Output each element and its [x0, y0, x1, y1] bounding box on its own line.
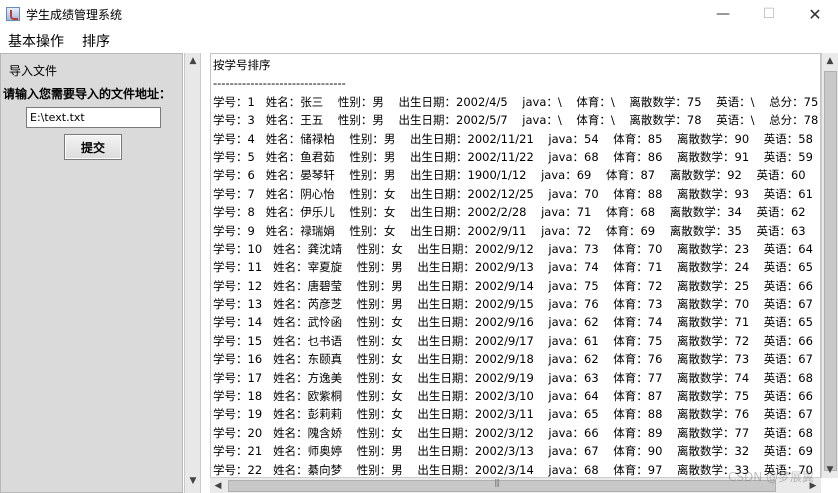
divider-line: --------------------------------: [213, 76, 346, 91]
student-record-line: 学号：14 姓名：武怜函 性别：女 出生日期：2002/9/16 java：62…: [213, 315, 821, 330]
submit-button[interactable]: 提交: [64, 134, 122, 160]
student-record-line: 学号：3 姓名：王五 性别：男 出生日期：2002/5/7 java：\ 体育：…: [213, 113, 819, 128]
student-record-line: 学号：15 姓名：乜书语 性别：女 出生日期：2002/9/17 java：61…: [213, 333, 821, 348]
scroll-left-icon[interactable]: ◀: [210, 478, 226, 493]
student-record-line: 学号：20 姓名：隗含娇 性别：女 出生日期：2002/3/12 java：66…: [213, 425, 821, 440]
file-path-input[interactable]: [26, 107, 161, 128]
student-record-line: 学号：7 姓名：阴心怡 性别：女 出生日期：2002/12/25 java：70…: [213, 186, 821, 201]
student-record-line: 学号：5 姓名：鱼君茹 性别：男 出生日期：2002/11/22 java：68…: [213, 149, 821, 164]
file-path-prompt: 请输入您需要导入的文件地址：: [3, 87, 172, 101]
vertical-scroll-thumb[interactable]: [824, 71, 837, 471]
scroll-down-icon[interactable]: ▼: [185, 473, 201, 489]
menu-basic-operations[interactable]: 基本操作: [6, 31, 66, 51]
import-panel: 导入文件 请输入您需要导入的文件地址： 提交: [0, 53, 183, 493]
student-record-line: 学号：16 姓名：东颐真 性别：女 出生日期：2002/9/18 java：62…: [213, 352, 821, 367]
scroll-down-icon[interactable]: ▼: [822, 462, 838, 478]
text-area-vertical-scrollbar[interactable]: ▲ ▼: [821, 53, 838, 478]
student-record-line: 学号：8 姓名：伊乐儿 性别：女 出生日期：2002/2/28 java：71 …: [213, 205, 821, 220]
maximize-button[interactable]: ☐: [746, 0, 792, 29]
title-bar: 学生成绩管理系统 — ☐ ✕: [0, 0, 838, 29]
student-record-line: 学号：10 姓名：龚沈靖 性别：女 出生日期：2002/9/12 java：73…: [213, 241, 821, 256]
left-panel-scrollbar[interactable]: ▲ ▼: [184, 53, 201, 493]
import-panel-title: 导入文件: [9, 64, 58, 78]
watermark: CSDN @梦展翼: [727, 470, 814, 484]
student-record-line: 学号：11 姓名：宰夏旋 性别：男 出生日期：2002/9/13 java：74…: [213, 260, 821, 275]
student-record-line: 学号：12 姓名：唐碧莹 性别：男 出生日期：2002/9/14 java：75…: [213, 278, 821, 293]
window-title: 学生成绩管理系统: [26, 8, 123, 22]
result-text-content: 按学号排序 -------------------------------- 学号：…: [213, 56, 821, 477]
java-app-icon: [6, 7, 20, 21]
sort-heading: 按学号排序: [213, 58, 271, 72]
scroll-up-icon[interactable]: ▲: [822, 53, 838, 69]
menu-sort[interactable]: 排序: [80, 31, 112, 51]
result-text-area[interactable]: 按学号排序 -------------------------------- 学号：…: [210, 53, 821, 478]
menu-bar: 基本操作 排序: [0, 29, 838, 51]
close-button[interactable]: ✕: [792, 0, 838, 29]
student-record-line: 学号：17 姓名：方逸美 性别：女 出生日期：2002/9/19 java：63…: [213, 370, 821, 385]
minimize-button[interactable]: —: [700, 0, 746, 29]
horizontal-scroll-thumb[interactable]: [228, 478, 776, 492]
student-record-line: 学号：19 姓名：彭莉莉 性别：女 出生日期：2002/3/11 java：65…: [213, 407, 821, 422]
student-record-line: 学号：6 姓名：晏琴轩 性别：男 出生日期：1900/1/12 java：69 …: [213, 168, 821, 183]
student-record-line: 学号：1 姓名：张三 性别：男 出生日期：2002/4/5 java：\ 体育：…: [213, 94, 819, 109]
student-record-line: 学号：18 姓名：欧紫桐 性别：女 出生日期：2002/3/10 java：64…: [213, 389, 821, 404]
student-record-line: 学号：13 姓名：芮彦芝 性别：男 出生日期：2002/9/15 java：76…: [213, 297, 821, 312]
student-record-line: 学号：4 姓名：储禄柏 性别：男 出生日期：2002/11/21 java：54…: [213, 131, 821, 146]
student-record-line: 学号：21 姓名：师奥婷 性别：男 出生日期：2002/3/13 java：67…: [213, 444, 821, 459]
scroll-up-icon[interactable]: ▲: [185, 53, 201, 69]
student-record-line: 学号：9 姓名：禄瑞娟 性别：女 出生日期：2002/9/11 java：72 …: [213, 223, 821, 238]
